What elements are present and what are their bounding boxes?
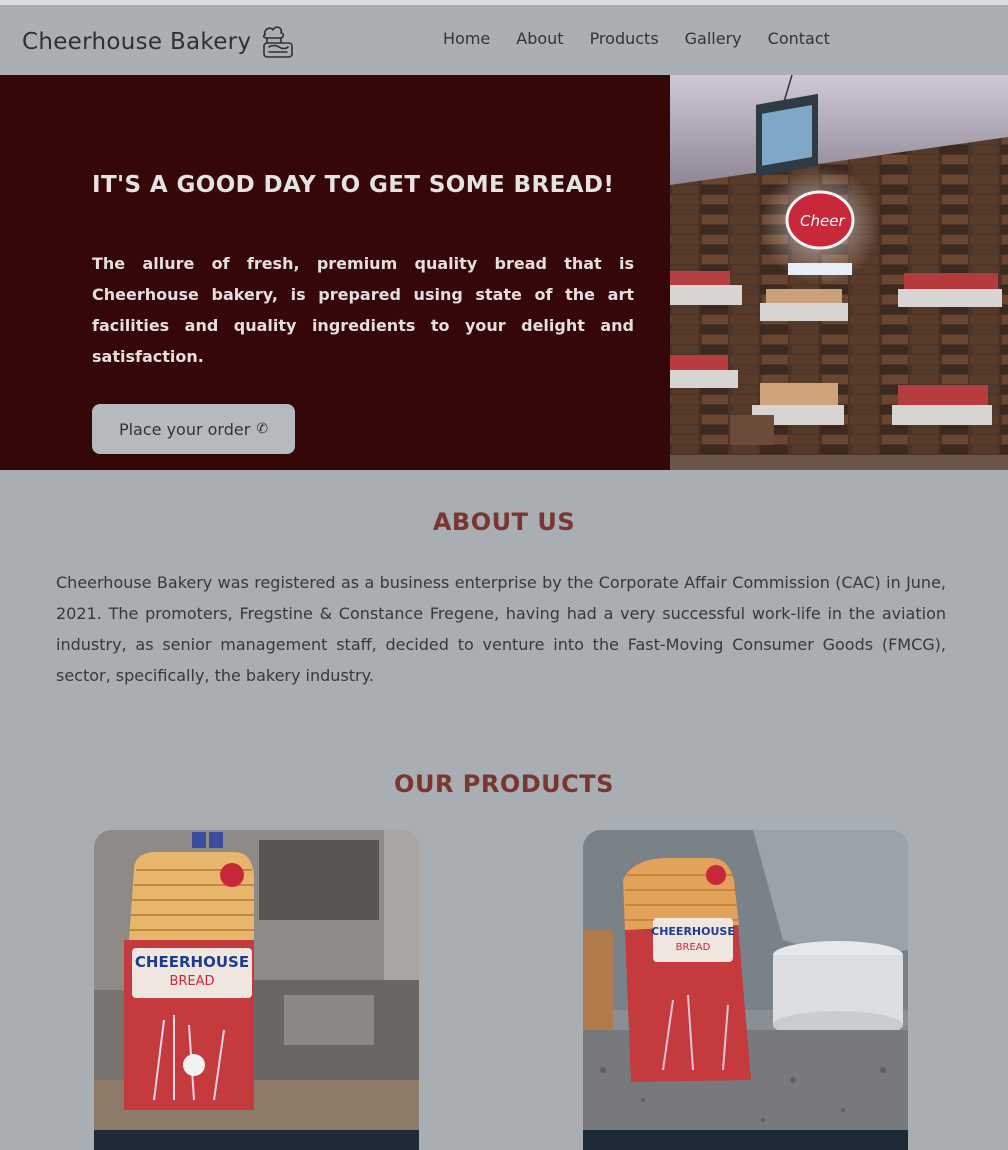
phone-icon: ✆: [256, 421, 269, 437]
hero-title: IT'S A GOOD DAY TO GET SOME BREAD!: [92, 172, 615, 198]
package-brand-text: CHEERHOUSE: [135, 953, 249, 971]
brand[interactable]: Cheerhouse Bakery: [22, 23, 295, 61]
nav-home[interactable]: Home: [443, 29, 490, 48]
package-type-text: BREAD: [169, 974, 214, 989]
hero-text: The allure of fresh, premium quality bre…: [92, 254, 634, 366]
baker-logo-icon: [263, 26, 294, 58]
nav-about[interactable]: About: [516, 29, 563, 48]
place-order-label: Place your order: [118, 419, 251, 439]
about-text: Cheerhouse Bakery was registered as a bu…: [56, 573, 946, 685]
place-order-button[interactable]: Place your order ✆: [92, 404, 295, 454]
main-nav: Home About Products Gallery Contact: [443, 29, 856, 48]
products-title: OUR PRODUCTS: [394, 770, 614, 798]
product-image: CHEERHOUSE BREAD: [583, 830, 908, 1150]
package-brand-text: CHEERHOUSE: [651, 925, 735, 938]
site-header: Cheerhouse Bakery Home About Products Ga…: [0, 5, 1008, 75]
nav-contact[interactable]: Contact: [768, 29, 830, 48]
nav-gallery[interactable]: Gallery: [685, 29, 742, 48]
product-card[interactable]: CHEERHOUSE BREAD: [94, 830, 419, 1150]
about-title: ABOUT US: [432, 508, 576, 536]
svg-text:Cheer: Cheer: [800, 212, 845, 230]
brand-name: Cheerhouse Bakery: [22, 29, 252, 55]
package-type-text: BREAD: [676, 942, 711, 953]
nav-products[interactable]: Products: [590, 29, 659, 48]
bakery-shelf-image: Cheer: [670, 75, 1008, 470]
product-card[interactable]: CHEERHOUSE BREAD: [583, 830, 908, 1150]
product-image: CHEERHOUSE BREAD: [94, 830, 419, 1150]
bakery-shelf-illustration: Cheer: [670, 75, 1008, 470]
